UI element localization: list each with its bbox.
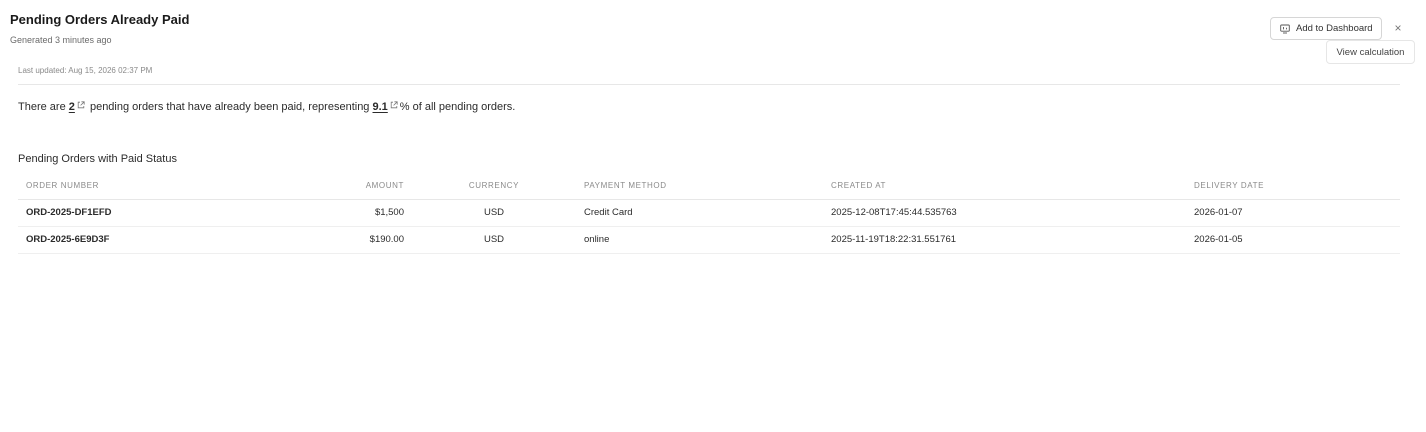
add-to-dashboard-label: Add to Dashboard: [1296, 23, 1373, 34]
order-number-cell: ORD-2025-6E9D3F: [18, 226, 318, 254]
column-header-amount[interactable]: AMOUNT: [318, 173, 404, 200]
close-icon[interactable]: ×: [1391, 21, 1405, 35]
created-at-cell: 2025-11-19T18:22:31.551761: [831, 226, 1194, 254]
dashboard-icon: [1280, 24, 1290, 34]
payment-method-cell: online: [584, 226, 831, 254]
page-title: Pending Orders Already Paid: [10, 12, 190, 27]
order-number-cell: ORD-2025-DF1EFD: [18, 199, 318, 227]
delivery-date-cell: 2026-01-07: [1194, 199, 1400, 227]
table-title: Pending Orders with Paid Status: [18, 153, 177, 165]
delivery-date-cell: 2026-01-05: [1194, 226, 1400, 254]
column-header-order-number[interactable]: ORDER NUMBER: [18, 173, 318, 200]
table-header-row: ORDER NUMBER AMOUNT CURRENCY PAYMENT MET…: [18, 173, 1400, 200]
divider: [18, 84, 1400, 85]
column-header-delivery-date[interactable]: DELIVERY DATE: [1194, 173, 1400, 200]
view-calculation-button[interactable]: View calculation: [1326, 40, 1415, 64]
summary-middle: pending orders that have already been pa…: [89, 101, 370, 113]
amount-cell: $1,500: [318, 199, 404, 227]
summary-prefix: There are: [18, 101, 66, 113]
table-row[interactable]: ORD-2025-DF1EFD $1,500 USD Credit Card 2…: [18, 199, 1400, 227]
column-header-created-at[interactable]: CREATED AT: [831, 173, 1194, 200]
table-row[interactable]: ORD-2025-6E9D3F $190.00 USD online 2025-…: [18, 226, 1400, 254]
summary-suffix: % of all pending orders.: [399, 101, 516, 113]
external-link-icon[interactable]: [77, 100, 85, 109]
summary-text: There are 2 pending orders that have alr…: [18, 100, 515, 113]
percent-link[interactable]: 9.1: [373, 101, 388, 113]
payment-method-cell: Credit Card: [584, 199, 831, 227]
last-updated-text: Last updated: Aug 15, 2026 02:37 PM: [18, 66, 153, 75]
add-to-dashboard-button[interactable]: Add to Dashboard: [1270, 17, 1382, 40]
amount-cell: $190.00: [318, 226, 404, 254]
column-header-payment-method[interactable]: PAYMENT METHOD: [584, 173, 831, 200]
orders-table: ORDER NUMBER AMOUNT CURRENCY PAYMENT MET…: [18, 173, 1400, 254]
column-header-currency[interactable]: CURRENCY: [404, 173, 584, 200]
pending-paid-count-link[interactable]: 2: [69, 101, 75, 113]
external-link-icon[interactable]: [390, 100, 398, 109]
currency-cell: USD: [404, 226, 584, 254]
created-at-cell: 2025-12-08T17:45:44.535763: [831, 199, 1194, 227]
currency-cell: USD: [404, 199, 584, 227]
generated-subtitle: Generated 3 minutes ago: [10, 35, 112, 45]
